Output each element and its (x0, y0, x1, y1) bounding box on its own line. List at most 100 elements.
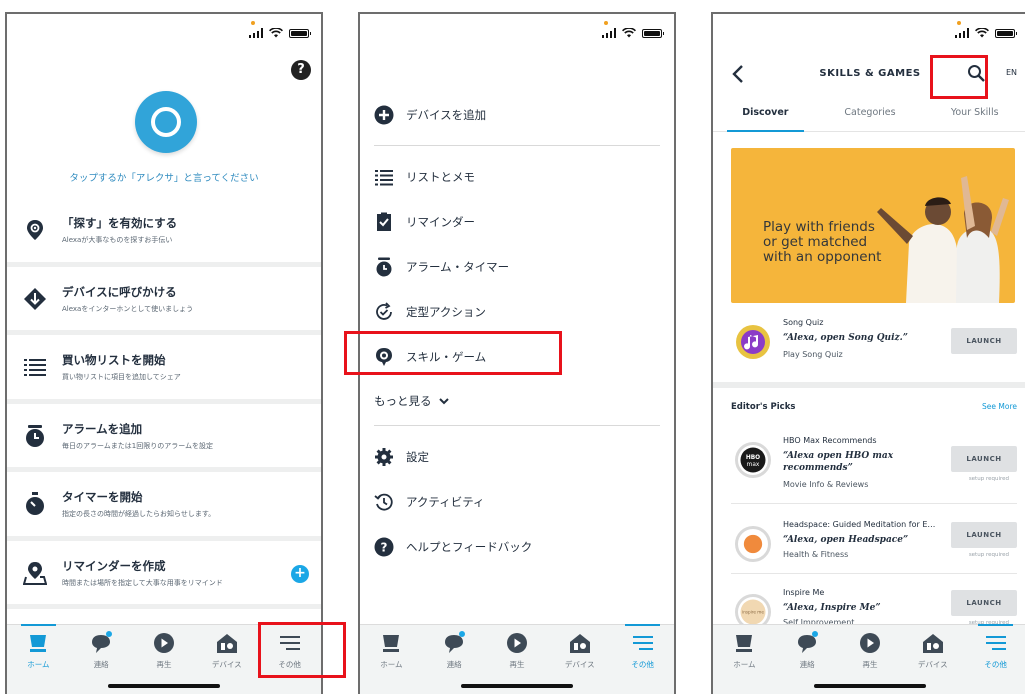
nav-more[interactable]: その他 (964, 624, 1025, 694)
card-alarm[interactable]: アラームを追加 毎日のアラームまたは1回限りのアラームを設定 (7, 403, 321, 467)
divider (374, 145, 660, 146)
menu-item-help[interactable]: ? ヘルプとフィードバック (360, 524, 674, 569)
promo-banner[interactable]: Play with friends or get matched with an… (731, 148, 1015, 303)
home-icon (736, 635, 753, 652)
card-subtitle: 毎日のアラームまたは1回限りのアラームを設定 (62, 441, 214, 450)
card-title: タイマーを開始 (62, 490, 143, 504)
card-shopping-list[interactable]: 買い物リストを開始 買い物リストに項目を追加してシェア (7, 335, 321, 399)
skill-name: Song Quiz (783, 318, 824, 327)
menu-item-settings[interactable]: 設定 (360, 434, 674, 479)
row-divider (731, 573, 1017, 574)
help-button[interactable]: ? (291, 60, 311, 80)
menu-item-lists[interactable]: リストとメモ (360, 154, 674, 199)
nav-label: 再生 (862, 660, 878, 669)
card-timer[interactable]: タイマーを開始 指定の長さの時間が経過したらお知らせします。 (7, 472, 321, 536)
play-icon (506, 633, 527, 653)
tab-discover[interactable]: Discover (713, 104, 818, 132)
card-title: アラームを追加 (62, 421, 143, 436)
status-bar (248, 21, 311, 38)
phone-screen-skills-games: SKILLS & GAMES EN Discover Categories Yo… (711, 12, 1025, 694)
nav-label: ホーム (733, 660, 756, 669)
drop-in-icon (24, 287, 46, 310)
song-quiz-skill-icon (736, 325, 770, 359)
nav-label: 再生 (156, 660, 172, 669)
skill-row-song-quiz[interactable]: Song Quiz “Alexa, open Song Quiz.” Play … (713, 314, 1025, 384)
menu-item-alarms-timers[interactable]: アラーム・タイマー (360, 244, 674, 289)
card-title: 「探す」を有効にする (62, 216, 178, 230)
devices-icon (922, 634, 943, 653)
launch-button[interactable]: LAUNCH (951, 446, 1017, 472)
menu-label: 設定 (406, 449, 429, 464)
list-icon (24, 359, 46, 376)
menu-item-activity[interactable]: アクティビティ (360, 479, 674, 524)
menu-label: 定型アクション (406, 304, 486, 319)
card-subtitle: Alexaが大事なものを探すお手伝い (62, 236, 173, 244)
devices-icon (569, 634, 590, 653)
menu-item-routines[interactable]: 定型アクション (360, 289, 674, 334)
menu-item-reminders[interactable]: リマインダー (360, 199, 674, 244)
devices-icon (216, 634, 237, 653)
card-title: リマインダーを作成 (62, 558, 166, 573)
see-more-link[interactable]: See More (982, 402, 1017, 411)
card-reminder[interactable]: リマインダーを作成 時間または場所を指定して大事な用事をリマインド + (7, 540, 321, 604)
signal-icon (954, 21, 969, 38)
tab-categories[interactable]: Categories (818, 104, 923, 131)
show-more-toggle[interactable]: もっと見る (360, 379, 674, 423)
suggestion-cards: 「探す」を有効にする Alexaが大事なものを探すお手伝い デバイスに呼びかける… (7, 198, 321, 640)
phone-screen-home: ? タップするか「アレクサ」と言ってください 「探す」を有効にする Alexaが… (5, 12, 323, 694)
nav-label: 再生 (509, 660, 525, 669)
nav-label: 連絡 (799, 660, 815, 669)
nav-label: ホーム (380, 660, 403, 669)
gear-icon (375, 447, 393, 466)
nav-label: 連絡 (93, 660, 109, 669)
card-find[interactable]: 「探す」を有効にする Alexaが大事なものを探すお手伝い (7, 198, 321, 262)
launch-button[interactable]: LAUNCH (951, 590, 1017, 616)
clipboard-check-icon (377, 212, 391, 231)
list-icon (375, 169, 393, 185)
add-reminder-button[interactable]: + (291, 564, 309, 583)
home-icon (383, 635, 400, 652)
menu-label: アラーム・タイマー (406, 259, 510, 274)
skill-name: Inspire Me (783, 588, 825, 597)
card-drop-in[interactable]: デバイスに呼びかける Alexaをインターホンとして使いましょう (7, 266, 321, 330)
svg-text:HBO: HBO (746, 455, 760, 461)
menu-item-add-device[interactable]: デバイスを追加 (360, 92, 674, 137)
nav-home[interactable]: ホーム (7, 624, 70, 694)
chevron-down-icon (438, 398, 449, 405)
skill-category: Play Song Quiz (783, 350, 843, 359)
wifi-icon (975, 28, 989, 38)
nav-home[interactable]: ホーム (713, 625, 776, 694)
card-subtitle: 買い物リストに項目を追加してシェア (62, 373, 181, 381)
banner-text: Play with friends or get matched with an… (763, 220, 881, 265)
divider (374, 425, 660, 426)
skill-category: Movie Info & Reviews (783, 480, 869, 489)
alexa-voice-button[interactable] (135, 91, 197, 153)
card-subtitle: 時間または場所を指定して大事な用事をリマインド (62, 578, 223, 587)
headspace-skill-icon (735, 526, 771, 562)
wifi-icon (622, 28, 636, 38)
card-title: 買い物リストを開始 (62, 353, 166, 367)
launch-button[interactable]: LAUNCH (951, 522, 1017, 548)
home-indicator (461, 684, 573, 688)
home-indicator (814, 684, 926, 688)
status-bar (954, 21, 1017, 38)
highlight-search-button (930, 55, 988, 99)
highlight-more-tab (258, 622, 346, 678)
skill-row-hbo-max[interactable]: HBO max HBO Max Recommends “Alexa open HB… (713, 432, 1025, 502)
launch-button[interactable]: LAUNCH (951, 328, 1017, 354)
skill-utterance: “Alexa open HBO max recommends” (783, 451, 894, 473)
battery-icon (289, 28, 311, 38)
battery-icon (995, 28, 1017, 38)
tab-your-skills[interactable]: Your Skills (922, 104, 1025, 131)
skill-row-headspace[interactable]: Headspace: Guided Meditation for E… “Ale… (713, 516, 1025, 586)
setup-required-note: setup required (968, 552, 1009, 558)
timer-icon (26, 492, 44, 515)
highlight-skills-games-item (344, 331, 562, 375)
banner-line: or get matched (763, 234, 868, 250)
nav-more[interactable]: その他 (611, 624, 674, 694)
home-icon (30, 635, 47, 652)
language-toggle[interactable]: EN (1006, 68, 1017, 77)
nav-home[interactable]: ホーム (360, 625, 423, 694)
more-menu-icon (985, 636, 1006, 650)
row-divider (731, 503, 1017, 504)
